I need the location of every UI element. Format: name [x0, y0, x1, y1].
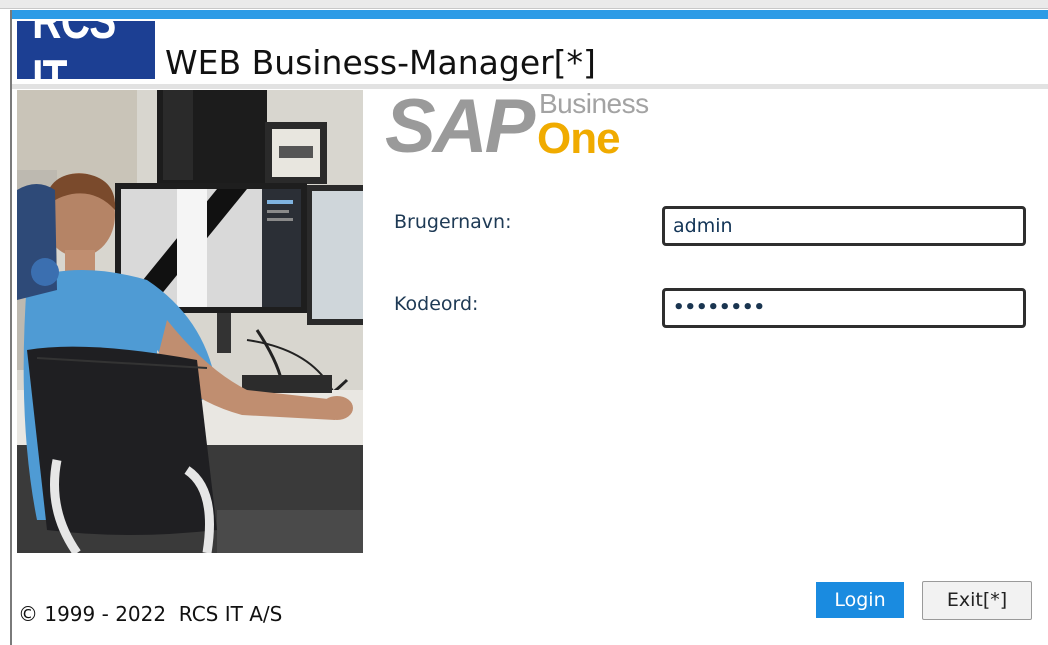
username-label: Brugernavn: [394, 211, 512, 233]
header-accent-bar [12, 10, 1048, 19]
password-masked-value: •••••••• [673, 297, 766, 318]
rcs-it-logo: RCS IT [17, 21, 155, 79]
window-top-strip [0, 0, 1048, 9]
username-field[interactable] [662, 206, 1026, 246]
office-worker-photo [17, 90, 363, 553]
username-input[interactable] [665, 209, 1023, 243]
login-window: RCS IT WEB Business-Manager[*] SAP Busin… [0, 0, 1048, 645]
sap-logo-one: One [537, 114, 621, 163]
login-button[interactable]: Login [816, 582, 904, 618]
password-field[interactable]: •••••••• [662, 288, 1026, 328]
left-border [10, 10, 12, 645]
app-title: WEB Business-Manager[*] [165, 43, 596, 82]
exit-button[interactable]: Exit[*] [922, 581, 1032, 620]
sap-business-one-logo: SAP Business One [385, 84, 665, 169]
copyright-text: © 1999 - 2022 RCS IT A/S [18, 602, 283, 626]
sap-logo-word: SAP [385, 84, 535, 169]
rcs-it-logo-text: RCS IT [32, 21, 116, 79]
password-label: Kodeord: [394, 293, 479, 315]
